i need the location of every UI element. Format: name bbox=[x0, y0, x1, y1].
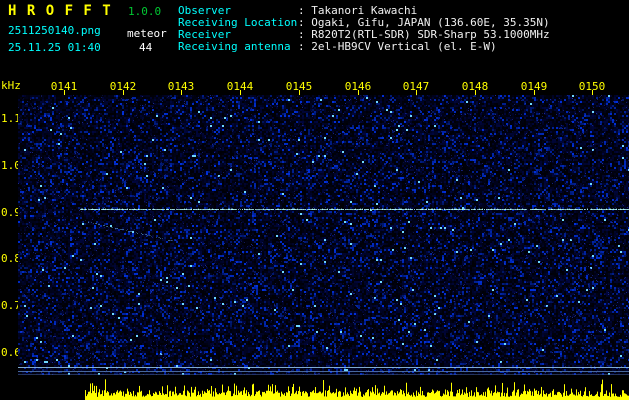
info-row: Receiving antenna : 2el-HB9CV Vertical (e… bbox=[178, 41, 550, 53]
app-version: 1.0.0 bbox=[128, 5, 162, 18]
freq-unit-label: kHz bbox=[1, 79, 21, 92]
info-block: Observer: Takanori Kawachi Receiving Loca… bbox=[178, 5, 550, 53]
info-value: : 2el-HB9CV Vertical (el. E-W) bbox=[298, 40, 497, 53]
spectrogram-canvas bbox=[18, 95, 629, 375]
echo-count: 44 bbox=[139, 41, 153, 54]
hrofft-output: H R O F F T 1.0.0 2511250140.png meteor … bbox=[0, 0, 629, 400]
info-label: Receiving antenna bbox=[178, 40, 291, 53]
mode-label: meteor bbox=[127, 27, 167, 40]
header: H R O F F T 1.0.0 2511250140.png meteor … bbox=[0, 0, 629, 78]
output-filename: 2511250140.png bbox=[8, 24, 101, 37]
record-datetime: 25.11.25 01:40 bbox=[8, 41, 101, 54]
signal-level-canvas bbox=[18, 375, 629, 400]
app-title: H R O F F T bbox=[8, 3, 112, 19]
